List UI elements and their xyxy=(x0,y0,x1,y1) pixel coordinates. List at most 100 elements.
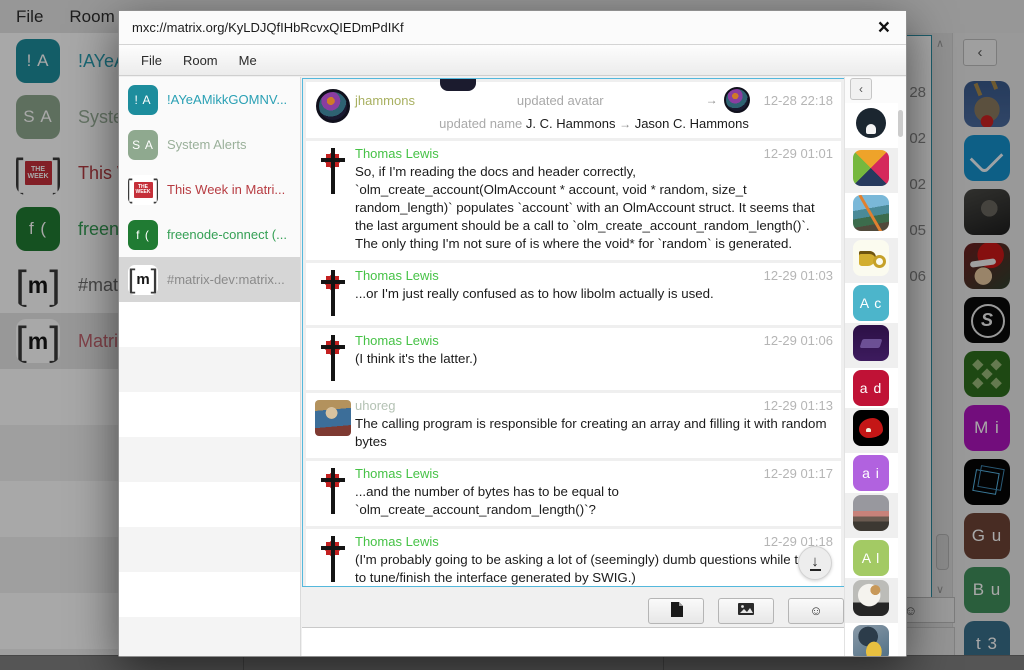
room-item[interactable]: S ASystem Alerts xyxy=(119,122,300,167)
timestamp: 12-29 01:13 xyxy=(764,398,833,413)
menu-item-file[interactable]: File xyxy=(141,53,162,68)
fish-photo-avatar xyxy=(853,625,889,656)
member-item[interactable] xyxy=(853,580,889,616)
image-viewer-dialog: mxc://matrix.org/KyLDJQfIHbRcvxQIEDmPdIK… xyxy=(118,10,907,657)
empty-room-row xyxy=(119,437,300,482)
member-item[interactable]: a i xyxy=(853,455,889,491)
attach-image-button[interactable] xyxy=(718,598,774,624)
member-item[interactable]: a d xyxy=(853,370,889,406)
member-item[interactable] xyxy=(853,495,889,531)
dialog-room-list: ! A !AYeAMikkGOMNV... S ASystem Alerts[THE… xyxy=(119,77,301,656)
room-item[interactable]: [m]#matrix-dev:matrix... xyxy=(119,257,300,302)
member-item[interactable] xyxy=(853,195,889,231)
coffee-mug-avatar xyxy=(853,240,889,276)
sunset-photo-avatar xyxy=(853,495,889,531)
download-arrow-icon: ↓ xyxy=(811,555,819,568)
timestamp: 12-29 01:06 xyxy=(764,333,833,348)
room-name: !AYeAMikkGOMNV... xyxy=(167,92,287,107)
document-icon xyxy=(670,602,683,620)
member-row xyxy=(845,493,898,538)
sender-name: Thomas Lewis xyxy=(355,146,756,161)
timestamp: 12-29 01:18 xyxy=(764,534,833,549)
message-text: The calling program is responsible for c… xyxy=(355,415,833,451)
empty-room-row xyxy=(119,572,300,617)
member-row: a i xyxy=(845,453,898,493)
room-name: freenode-connect (... xyxy=(167,227,287,242)
room-avatar: S A xyxy=(128,130,158,160)
message-avatar-column xyxy=(311,333,355,383)
hang-glider-photo-avatar xyxy=(853,195,889,231)
member-row xyxy=(845,238,898,283)
message: uhoreg 12-29 01:13 The calling program is … xyxy=(306,393,841,458)
room-avatar: f ( xyxy=(128,220,158,250)
menu-item-room[interactable]: Room xyxy=(183,53,218,68)
smiley-icon: ☺ xyxy=(809,603,822,618)
member-item[interactable] xyxy=(853,150,889,186)
room-item[interactable]: ! A !AYeAMikkGOMNV... xyxy=(119,77,300,122)
scroll-to-bottom-button[interactable]: ↓ xyxy=(798,546,832,580)
jhammons-avatar xyxy=(316,89,350,123)
screen: FileRoomMe ! A!AYeAMS ASystem[THEWEEK]Th… xyxy=(0,0,1024,670)
profile-action: updated avatar xyxy=(421,93,700,108)
message: jhammons updated avatar → 12-28 22:18 update… xyxy=(306,82,841,138)
plaid-pattern-avatar xyxy=(853,150,889,186)
sender-name: Thomas Lewis xyxy=(355,268,756,283)
member-row xyxy=(845,103,898,148)
chat-timeline: jhammons updated avatar → 12-28 22:18 update… xyxy=(302,78,845,587)
close-icon[interactable]: × xyxy=(878,18,890,38)
message-text: ...and the number of bytes has to be equ… xyxy=(355,483,833,519)
github-octocat-avatar xyxy=(853,105,889,141)
member-row xyxy=(845,323,898,368)
menu-item-me[interactable]: Me xyxy=(239,53,257,68)
message: Thomas Lewis 12-29 01:03 ...or I'm just re… xyxy=(306,263,841,325)
member-avatar: a d xyxy=(853,370,889,406)
member-item[interactable] xyxy=(853,240,889,276)
message-input[interactable] xyxy=(302,627,845,656)
collapse-members-button[interactable]: ‹ xyxy=(850,78,872,100)
message-text: ...or I'm just really confused as to how… xyxy=(355,285,833,303)
message-text: So, if I'm reading the docs and header c… xyxy=(355,163,833,253)
sender-name: jhammons xyxy=(355,93,415,108)
message-avatar-column xyxy=(311,398,355,451)
member-list: A ca da iA lam xyxy=(845,103,898,656)
member-row xyxy=(845,193,898,238)
emoji-button[interactable]: ☺ xyxy=(788,598,844,624)
matrix-room-avatar: [m] xyxy=(128,265,158,295)
member-item[interactable] xyxy=(853,410,889,446)
sender-name: uhoreg xyxy=(355,398,756,413)
arrow-icon: → xyxy=(706,93,718,107)
dialog-body: ! A !AYeAMikkGOMNV... S ASystem Alerts[THE… xyxy=(119,77,906,656)
member-row xyxy=(845,408,898,453)
room-avatar: ! A xyxy=(128,85,158,115)
sender-name: Thomas Lewis xyxy=(355,466,756,481)
image-icon xyxy=(738,603,754,618)
timestamp: 12-29 01:03 xyxy=(764,268,833,283)
sender-name: Thomas Lewis xyxy=(355,534,756,549)
thomas-lewis-cross-avatar xyxy=(315,148,351,196)
attach-file-button[interactable] xyxy=(648,598,704,624)
purple-photo-avatar xyxy=(853,325,889,361)
the-week-logo: THEWEEK xyxy=(134,182,153,198)
message-text: (I think it's the latter.) xyxy=(355,350,833,368)
timestamp: 12-28 22:18 xyxy=(764,93,833,108)
download-arrow-bar xyxy=(810,569,821,571)
message-text: (I'm probably going to be asking a lot o… xyxy=(355,551,833,587)
member-item[interactable] xyxy=(853,325,889,361)
member-item[interactable]: A l xyxy=(853,540,889,576)
member-scrollbar-thumb[interactable] xyxy=(898,110,903,137)
member-item[interactable]: A c xyxy=(853,285,889,321)
sender-name: Thomas Lewis xyxy=(355,333,756,348)
room-item[interactable]: [THEWEEK]This Week in Matri... xyxy=(119,167,300,212)
room-item[interactable]: f ( freenode-connect (... xyxy=(119,212,300,257)
timestamp: 12-29 01:01 xyxy=(764,146,833,161)
message-avatar-column xyxy=(311,146,355,253)
room-name: This Week in Matri... xyxy=(167,182,285,197)
uhoreg-photo-avatar xyxy=(315,400,351,436)
empty-room-row xyxy=(119,482,300,527)
profile-action: updated name xyxy=(439,116,526,131)
timestamp: 12-29 01:17 xyxy=(764,466,833,481)
old-display-name: J. C. Hammons xyxy=(526,116,619,131)
member-item[interactable] xyxy=(853,105,889,141)
member-item[interactable] xyxy=(853,625,889,656)
message-avatar-column xyxy=(311,466,355,519)
